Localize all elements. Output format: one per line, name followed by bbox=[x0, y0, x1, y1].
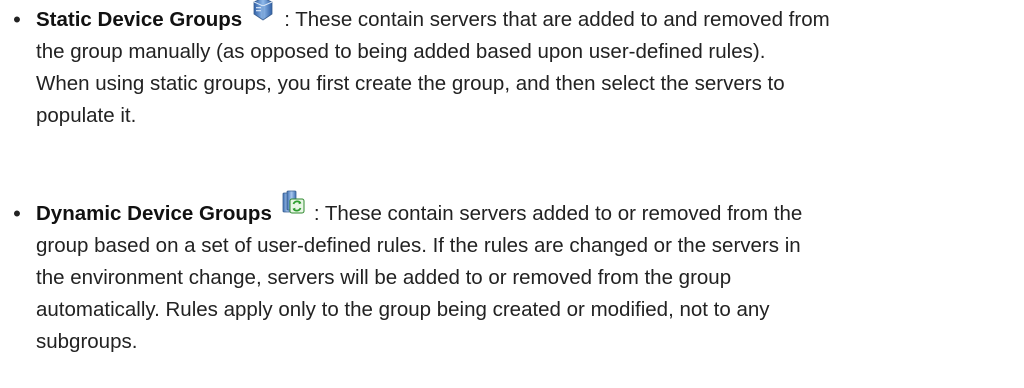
text-line: When using static groups, you first crea… bbox=[36, 72, 785, 95]
text-line: Dynamic Device Groups: These contain se… bbox=[36, 190, 1011, 230]
text-line: group based on a set of user-defined rul… bbox=[36, 234, 801, 257]
text-line: the group manually (as opposed to being … bbox=[36, 40, 766, 63]
text-line: populate it. bbox=[36, 104, 137, 127]
bullet-marker: • bbox=[13, 7, 21, 32]
bullet-text: Dynamic Device Groups: These contain se… bbox=[36, 190, 1011, 358]
text-line: Static Device Groups: These contain ser… bbox=[36, 0, 1011, 36]
document-body: • Static Device Groups: These contain s… bbox=[0, 0, 1024, 388]
dynamic-device-group-icon bbox=[280, 190, 306, 216]
text-line: automatically. Rules apply only to the g… bbox=[36, 298, 770, 321]
text-line: subgroups. bbox=[36, 330, 138, 353]
term-dynamic-device-groups: Dynamic Device Groups bbox=[36, 202, 272, 225]
text-line: the environment change, servers will be … bbox=[36, 266, 732, 289]
term-static-device-groups: Static Device Groups bbox=[36, 8, 243, 31]
bullet-marker: • bbox=[13, 201, 21, 226]
bullet-text: Static Device Groups: These contain ser… bbox=[36, 0, 1011, 132]
static-device-group-icon bbox=[250, 0, 276, 22]
